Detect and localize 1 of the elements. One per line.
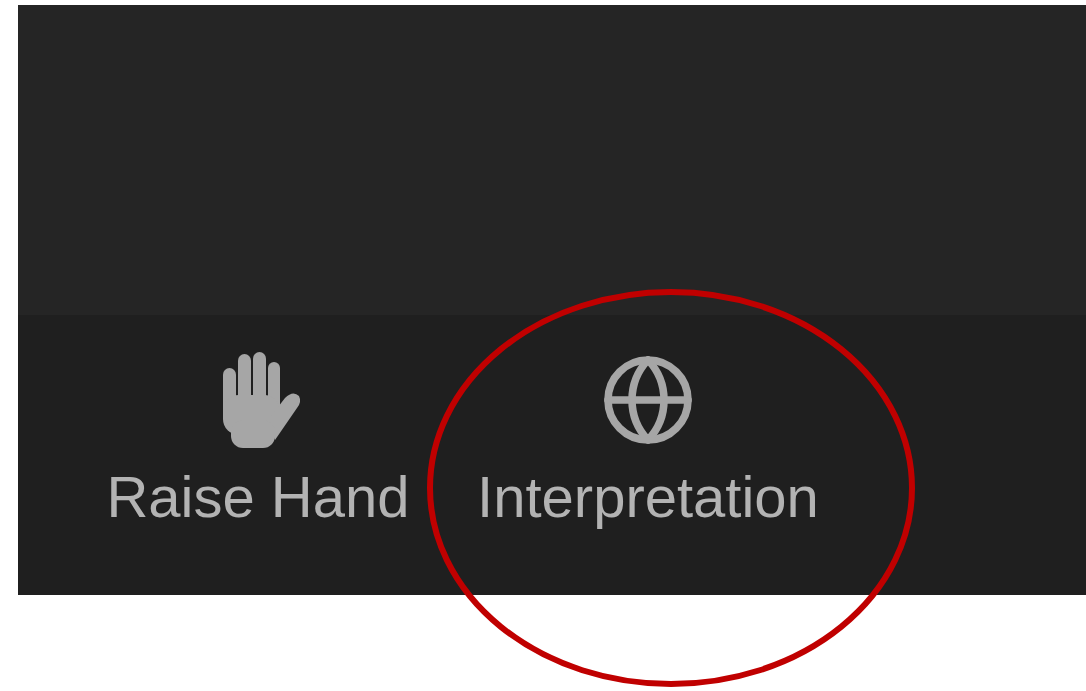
toolbar-button[interactable]: Raise Hand xyxy=(78,315,438,595)
